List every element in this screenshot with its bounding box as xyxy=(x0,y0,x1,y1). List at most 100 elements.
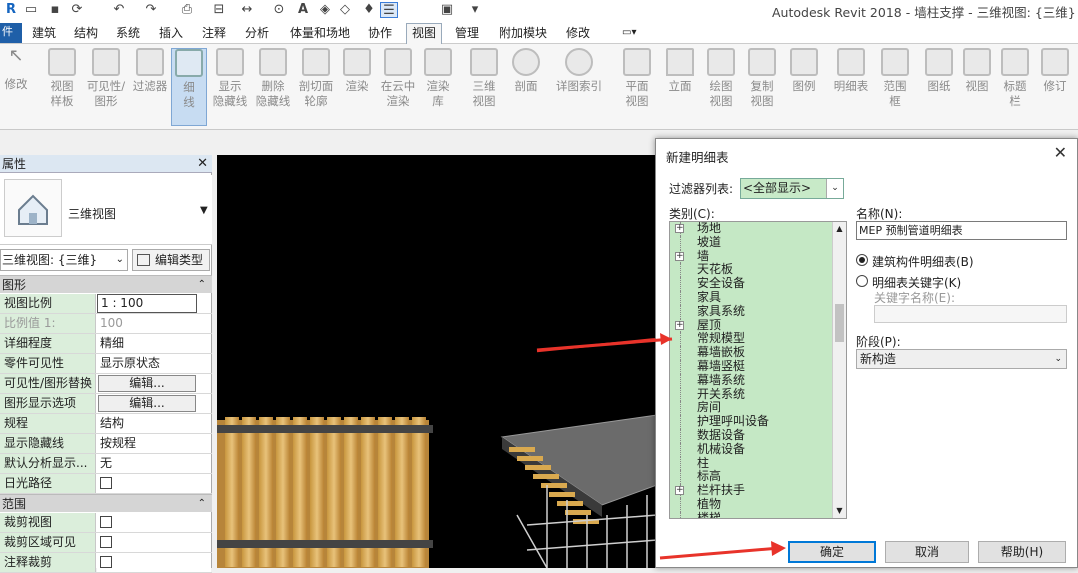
tab-manage[interactable]: 管理 xyxy=(453,24,481,42)
category-item[interactable]: 机械设备 xyxy=(670,442,833,457)
duplicate-view-tool[interactable]: 复制 视图 xyxy=(746,48,778,126)
edit-graphic-display-button[interactable]: 编辑... xyxy=(98,395,196,412)
category-item[interactable]: 房间 xyxy=(670,400,833,416)
3d-view-icon[interactable]: ◈ xyxy=(316,2,334,18)
measure-icon[interactable]: ⊟ xyxy=(210,2,228,18)
callout-tool[interactable]: 详图索引 xyxy=(553,48,605,126)
section-tool[interactable]: 剖面 xyxy=(511,48,541,126)
plan-views-tool[interactable]: 平面 视图 xyxy=(622,48,652,126)
view-templates-tool[interactable]: 视图 样板 xyxy=(44,48,80,126)
3d-viewport[interactable] xyxy=(217,155,657,568)
revit-logo-icon[interactable]: R xyxy=(2,2,20,18)
expand-icon[interactable]: + xyxy=(675,486,684,496)
category-item[interactable]: + 场地 xyxy=(670,222,833,236)
open-icon[interactable]: ▭ xyxy=(22,2,40,18)
tab-annotate[interactable]: 注释 xyxy=(200,24,228,42)
expand-icon[interactable]: + xyxy=(675,251,684,261)
help-button[interactable]: 帮助(H) xyxy=(978,541,1066,563)
category-scrollbar[interactable]: ▲ ▼ xyxy=(832,222,846,518)
category-item[interactable]: 天花板 xyxy=(670,262,833,278)
place-view-tool[interactable]: 视图 xyxy=(962,48,992,126)
tab-view[interactable]: 视图 xyxy=(406,23,443,44)
tag-icon[interactable]: ⊙ xyxy=(270,2,288,18)
category-item[interactable]: 家具 xyxy=(670,290,833,305)
filters-tool[interactable]: 过滤器 xyxy=(131,48,169,126)
category-item[interactable]: 柱 xyxy=(670,456,833,471)
modify-tool[interactable]: ↖ 修改 xyxy=(2,47,30,126)
category-item[interactable]: 植物 xyxy=(670,497,833,512)
pin-icon[interactable]: ♦ xyxy=(360,2,378,18)
revisions-tool[interactable]: 修订 xyxy=(1040,48,1070,126)
visibility-graphics-tool[interactable]: 可见性/图形 xyxy=(84,48,128,126)
redo-icon[interactable]: ↷ xyxy=(142,2,160,18)
category-item[interactable]: + 墙 xyxy=(670,249,833,264)
category-item[interactable]: 常规模型 xyxy=(670,331,833,347)
phase-select[interactable]: 新构造 ⌄ xyxy=(856,349,1067,369)
category-item[interactable]: 坡道 xyxy=(670,235,833,250)
save-icon[interactable]: ▪ xyxy=(46,2,64,18)
schedule-name-input[interactable]: MEP 预制管道明细表 xyxy=(856,221,1067,240)
crop-view-checkbox[interactable] xyxy=(100,516,112,528)
category-item[interactable]: + 栏杆扶手 xyxy=(670,483,833,498)
thin-lines-tool[interactable]: 细线 xyxy=(171,48,207,126)
sheet-tool[interactable]: 图纸 xyxy=(924,48,954,126)
tab-modify[interactable]: 修改 xyxy=(564,24,592,42)
ok-button[interactable]: 确定 xyxy=(788,541,876,563)
show-hidden-lines-tool[interactable]: 显示 隐藏线 xyxy=(210,48,250,126)
cancel-button[interactable]: 取消 xyxy=(885,541,969,563)
section-icon[interactable]: ◇ xyxy=(336,2,354,18)
sun-path-checkbox[interactable] xyxy=(100,477,112,489)
category-item[interactable]: 幕墙系统 xyxy=(670,373,833,388)
category-item[interactable]: + 屋顶 xyxy=(670,318,833,333)
group-range[interactable]: 范围 ⌃ xyxy=(0,494,212,512)
close-icon[interactable]: ✕ xyxy=(197,155,208,173)
tab-systems[interactable]: 系统 xyxy=(114,24,142,42)
remove-hidden-lines-tool[interactable]: 删除 隐藏线 xyxy=(253,48,293,126)
view-instance-selector[interactable]: 三维视图: {三维} ⌄ xyxy=(0,249,128,271)
3d-view-tool[interactable]: 三维 视图 xyxy=(468,48,500,126)
scroll-up-icon[interactable]: ▲ xyxy=(833,222,846,236)
edit-vg-button[interactable]: 编辑... xyxy=(98,375,196,392)
render-gallery-tool[interactable]: 渲染库 xyxy=(423,48,453,126)
category-item[interactable]: 幕墙竖梃 xyxy=(670,359,833,374)
scope-box-tool[interactable]: 范围框 xyxy=(880,48,910,126)
chevron-down-icon[interactable]: ▼ xyxy=(200,205,208,216)
title-block-tool[interactable]: 标题栏 xyxy=(1000,48,1030,126)
category-item[interactable]: 数据设备 xyxy=(670,428,833,443)
dimension-icon[interactable]: ↔ xyxy=(238,2,256,18)
category-item[interactable]: 楼梯 xyxy=(670,511,833,518)
tab-collaborate[interactable]: 协作 xyxy=(366,24,394,42)
cut-profile-tool[interactable]: 剖切面 轮廓 xyxy=(296,48,336,126)
view-scale-input[interactable]: 1 : 100 xyxy=(97,294,197,313)
category-item[interactable]: 家具系统 xyxy=(670,304,833,319)
legends-tool[interactable]: 图例 xyxy=(788,48,820,126)
category-item[interactable]: 开关系统 xyxy=(670,387,833,402)
render-in-cloud-tool[interactable]: 在云中 渲染 xyxy=(378,48,418,126)
expand-icon[interactable]: + xyxy=(675,320,684,330)
edit-type-button[interactable]: 编辑类型 xyxy=(132,249,210,271)
undo-icon[interactable]: ↶ xyxy=(110,2,128,18)
sync-icon[interactable]: ⟳ xyxy=(68,2,86,18)
customize-icon[interactable]: ▾ xyxy=(466,2,484,18)
category-item[interactable]: 标高 xyxy=(670,469,833,485)
close-icon[interactable]: ✕ xyxy=(1054,143,1067,162)
switch-windows-icon[interactable]: ▣ xyxy=(438,2,456,18)
tab-options-icon[interactable]: ▭▾ xyxy=(620,24,638,42)
group-graphics[interactable]: 图形 ⌃ xyxy=(0,275,212,293)
category-item[interactable]: 安全设备 xyxy=(670,276,833,291)
tab-addins[interactable]: 附加模块 xyxy=(497,24,549,42)
tab-insert[interactable]: 插入 xyxy=(157,24,185,42)
text-icon[interactable]: A xyxy=(294,2,312,18)
print-icon[interactable]: ⎙ xyxy=(178,2,196,18)
scroll-down-icon[interactable]: ▼ xyxy=(833,504,846,518)
tab-massing-site[interactable]: 体量和场地 xyxy=(288,24,352,42)
elevation-tool[interactable]: 立面 xyxy=(664,48,696,126)
annotation-crop-checkbox[interactable] xyxy=(100,556,112,568)
tab-architecture[interactable]: 建筑 xyxy=(30,24,58,42)
tab-structure[interactable]: 结构 xyxy=(72,24,100,42)
file-tab[interactable]: 件 xyxy=(0,23,22,43)
category-item[interactable]: 护理呼叫设备 xyxy=(670,414,833,429)
drafting-view-tool[interactable]: 绘图 视图 xyxy=(705,48,737,126)
crop-region-visible-checkbox[interactable] xyxy=(100,536,112,548)
scroll-thumb[interactable] xyxy=(835,304,844,342)
